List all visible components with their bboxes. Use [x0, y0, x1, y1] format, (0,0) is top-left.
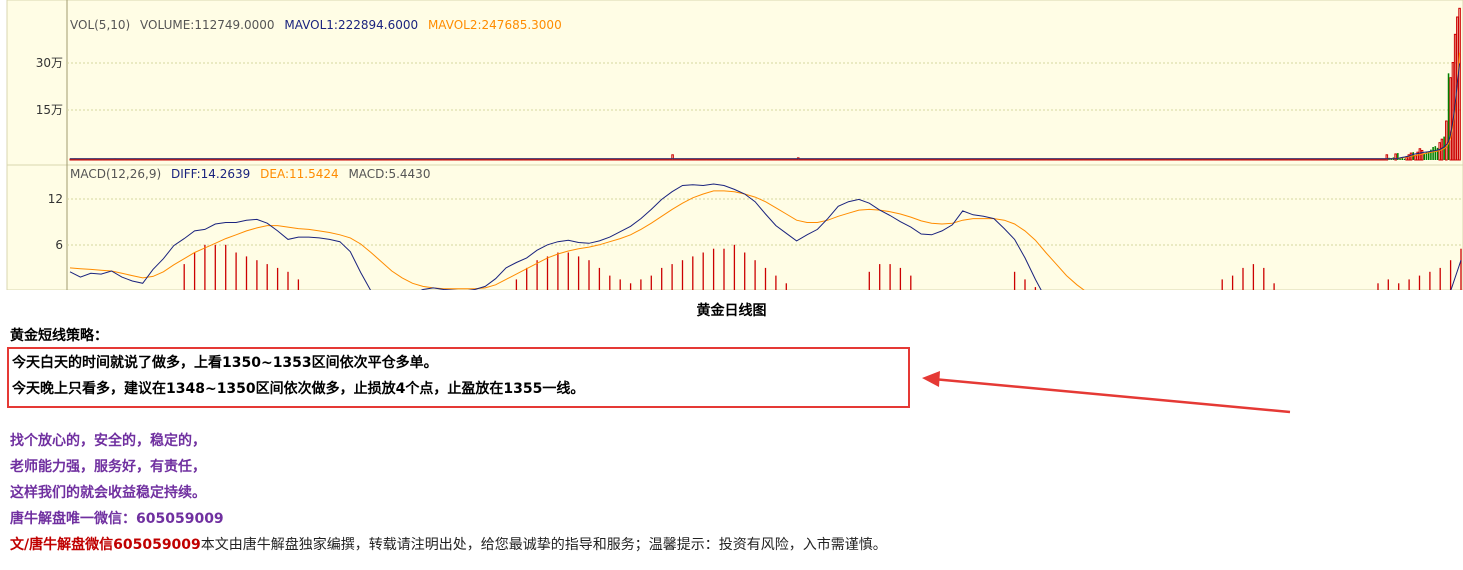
- volume-bar: [1423, 153, 1426, 160]
- footer-note: 文/唐牛解盘微信605059009本文由唐牛解盘独家编撰，转载请注明出处，给您最…: [10, 534, 887, 554]
- strategy-line-2: 今天晚上只看多，建议在1348~1350区间依次做多，止损放4个点，止盈放在13…: [12, 381, 585, 397]
- gold-daily-chart: VOL(5,10) VOLUME:112749.0000 MAVOL1:2228…: [6, 0, 1463, 290]
- volume-bar: [1432, 147, 1434, 160]
- footer-disclaimer: 本文由唐牛解盘独家编撰，转载请注明出处，给您最诚挚的指导和服务；温馨提示：投资有…: [200, 537, 887, 553]
- vol-legend-params: VOL(5,10): [70, 18, 130, 32]
- vol-legend-volume: VOLUME:112749.0000: [140, 18, 274, 32]
- macd-legend-params: MACD(12,26,9): [70, 167, 161, 181]
- promo-line-3: 这样我们的就会收益稳定持续。: [10, 485, 206, 501]
- macd-legend-macd: MACD:5.4430: [348, 167, 430, 181]
- arrow-shaft: [932, 377, 1291, 414]
- macd-legend-dea: DEA:11.5424: [260, 167, 339, 181]
- strategy-highlight-box: 今天白天的时间就说了做多，上看1350~1353区间依次平仓多单。 今天晚上只看…: [7, 347, 910, 408]
- macd-ytick-12: 12: [48, 192, 63, 206]
- volume-bar: [1403, 158, 1406, 160]
- wechat-contact: 唐牛解盘唯一微信：605059009: [10, 511, 224, 527]
- vol-legend-mavol1: MAVOL1:222894.6000: [284, 18, 418, 32]
- macd-legend: MACD(12,26,9) DIFF:14.2639 DEA:11.5424 M…: [70, 167, 430, 181]
- arrow-head-icon: [922, 371, 940, 387]
- strategy-heading: 黄金短线策略：: [10, 328, 108, 344]
- macd-legend-diff: DIFF:14.2639: [171, 167, 250, 181]
- volume-legend: VOL(5,10) VOLUME:112749.0000 MAVOL1:2228…: [70, 18, 562, 32]
- promo-line-1: 找个放心的，安全的，稳定的，: [10, 433, 206, 449]
- volume-bar: [1447, 73, 1450, 160]
- footer-author: 文/唐牛解盘微信605059009: [10, 537, 201, 553]
- vol-ytick-15w: 15万: [36, 103, 63, 117]
- strategy-line-1: 今天白天的时间就说了做多，上看1350~1353区间依次平仓多单。: [12, 355, 438, 371]
- macd-ytick-6: 6: [55, 238, 63, 252]
- chart-caption: 黄金日线图: [696, 303, 767, 319]
- vol-legend-mavol2: MAVOL2:247685.3000: [428, 18, 562, 32]
- vol-ytick-30w: 30万: [36, 56, 63, 70]
- volume-bar: [1434, 146, 1437, 160]
- promo-line-2: 老师能力强，服务好，有责任，: [10, 459, 206, 475]
